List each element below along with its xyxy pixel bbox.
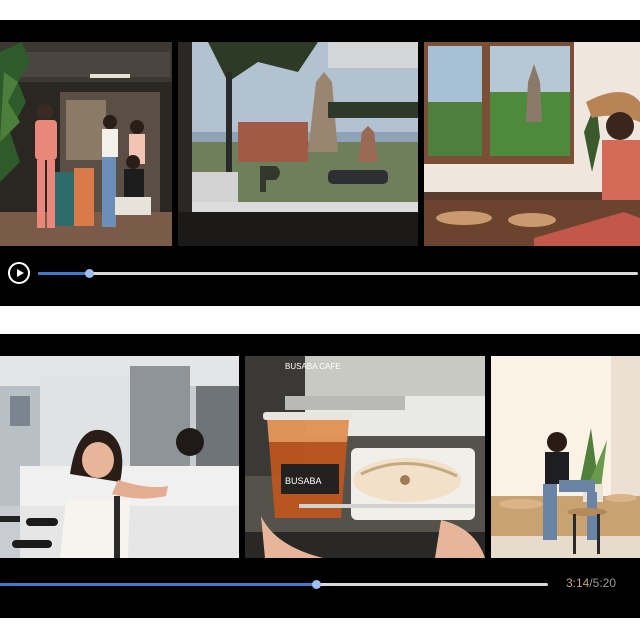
thumbnail-strip xyxy=(0,42,640,246)
frame-iced-tea-dessert: BUSABA CAFE BUSABA xyxy=(245,356,485,558)
video-player-bottom[interactable]: BUSABA CAFE BUSABA 3:14/5:20 xyxy=(0,334,640,618)
player-controls xyxy=(0,256,640,296)
progress-knob[interactable] xyxy=(85,269,95,278)
cup-brand-label: BUSABA xyxy=(285,476,322,486)
progress-knob[interactable] xyxy=(311,580,321,589)
frame-woman-stool xyxy=(491,356,640,558)
play-button[interactable] xyxy=(8,262,30,284)
thumbnail-strip: BUSABA CAFE BUSABA xyxy=(0,356,640,558)
progress-bar[interactable] xyxy=(0,580,548,589)
current-time: 3:14 xyxy=(565,576,590,590)
frame-temple-ruins xyxy=(178,42,418,246)
progress-bar[interactable] xyxy=(38,269,638,278)
time-readout: 3:14/5:20 xyxy=(566,576,616,590)
play-icon xyxy=(17,269,24,277)
total-time: 5:20 xyxy=(592,576,616,590)
frame-cafe-storefront xyxy=(0,42,172,246)
frame-window-seat xyxy=(424,42,640,246)
frame-cafe-counter xyxy=(0,356,239,558)
progress-played xyxy=(38,272,90,275)
storefront-sign: BUSABA CAFE xyxy=(285,362,341,371)
video-collage-page: BUSABA CAFE BUSABA 3:14/5:20 xyxy=(0,0,640,640)
progress-played xyxy=(0,583,317,586)
video-player-top[interactable] xyxy=(0,20,640,306)
player-controls: 3:14/5:20 xyxy=(0,564,640,604)
